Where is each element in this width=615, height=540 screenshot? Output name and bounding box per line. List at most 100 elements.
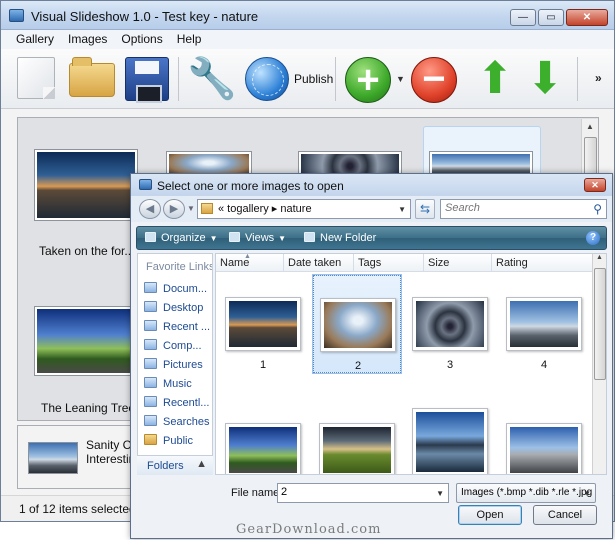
close-button[interactable]: ✕ <box>566 9 608 26</box>
file-item[interactable]: 3 <box>406 275 494 373</box>
file-thumbnail <box>225 297 301 351</box>
dialog-title-bar[interactable]: Select one or more images to open ✕ <box>131 174 612 196</box>
folder-icon <box>201 203 213 214</box>
toolbar-separator <box>577 57 578 101</box>
file-list[interactable]: ▲ Name Date taken Tags Size Rating 1 2 3 … <box>215 253 607 475</box>
menu-options[interactable]: Options <box>114 30 169 49</box>
cancel-button[interactable]: Cancel <box>533 505 597 525</box>
scroll-up-icon[interactable]: ▲ <box>593 254 606 261</box>
history-dropdown-icon[interactable]: ▼ <box>187 204 195 213</box>
file-item[interactable] <box>219 401 307 474</box>
menu-gallery[interactable]: Gallery <box>9 30 61 49</box>
search-input[interactable] <box>445 202 585 214</box>
column-label: Size <box>428 257 450 269</box>
desktop-icon <box>144 301 157 312</box>
menu-images[interactable]: Images <box>61 30 114 49</box>
new-folder-button[interactable]: New Folder <box>304 232 376 244</box>
recently-changed-icon <box>144 396 157 407</box>
toolbar-overflow-button[interactable]: » <box>595 71 602 85</box>
search-box[interactable]: ⚲ <box>440 199 607 219</box>
file-thumbnail <box>506 423 582 474</box>
refresh-icon[interactable]: ⇆ <box>415 199 435 219</box>
add-dropdown-icon[interactable]: ▼ <box>396 74 405 84</box>
file-thumbnail <box>320 298 396 352</box>
down-arrow-icon[interactable]: ⬇ <box>523 57 567 101</box>
open-button[interactable]: Open <box>458 505 522 525</box>
file-name-input[interactable] <box>281 486 431 498</box>
column-rating[interactable]: Rating <box>492 254 606 272</box>
file-name-combobox[interactable]: ▼ <box>277 483 449 503</box>
file-item[interactable] <box>313 401 401 474</box>
favorite-label: Pictures <box>163 359 203 371</box>
file-item[interactable] <box>500 401 588 474</box>
column-tags[interactable]: Tags <box>354 254 424 272</box>
column-size[interactable]: Size <box>424 254 492 272</box>
favorite-music[interactable]: Music <box>144 377 192 390</box>
organize-label: Organize <box>161 232 206 244</box>
publish-button[interactable]: Publish <box>294 72 333 86</box>
file-name: 1 <box>259 359 267 371</box>
folders-label: Folders <box>147 460 184 472</box>
views-icon <box>229 232 240 242</box>
favorite-recent-places[interactable]: Recent ... <box>144 320 210 333</box>
favorite-desktop[interactable]: Desktop <box>144 301 203 314</box>
favorite-label: Desktop <box>163 302 204 314</box>
dropdown-icon[interactable]: ▼ <box>436 489 444 498</box>
wrench-icon[interactable]: 🔧 <box>187 59 237 103</box>
file-item[interactable]: 4 <box>500 275 588 373</box>
file-list-scrollbar[interactable]: ▲ <box>592 254 606 474</box>
dropdown-icon[interactable]: ▼ <box>583 489 591 498</box>
organize-button[interactable]: Organize ▼ <box>145 232 218 244</box>
file-thumbnail <box>412 297 488 351</box>
file-item[interactable]: 1 <box>219 275 307 373</box>
save-disk-icon[interactable] <box>125 57 169 103</box>
gallery-thumbnail[interactable] <box>34 149 138 221</box>
toolbar-separator <box>178 57 179 101</box>
file-type-select[interactable]: Images (*.bmp *.dib *.rle *.jpg ▼ <box>456 483 596 503</box>
new-document-icon[interactable] <box>17 57 55 99</box>
add-icon[interactable]: + <box>345 57 391 103</box>
favorite-public[interactable]: Public <box>144 434 193 447</box>
address-path[interactable]: « togallery ▸ nature <box>218 202 312 215</box>
favorite-label: Recentl... <box>163 397 210 409</box>
open-file-dialog: Select one or more images to open ✕ ◀ ▶ … <box>130 173 613 539</box>
gallery-thumbnail[interactable] <box>34 306 138 376</box>
favorite-pictures[interactable]: Pictures <box>144 358 203 371</box>
favorite-searches[interactable]: Searches <box>144 415 209 428</box>
menu-help[interactable]: Help <box>170 30 209 49</box>
address-row: ◀ ▶ ▼ « togallery ▸ nature ▼ ⇆ ⚲ <box>131 196 612 222</box>
favorite-computer[interactable]: Comp... <box>144 339 202 352</box>
dialog-close-button[interactable]: ✕ <box>584 178 606 192</box>
title-bar[interactable]: Visual Slideshow 1.0 - Test key - nature… <box>1 1 614 30</box>
open-folder-icon[interactable] <box>69 57 115 97</box>
file-name: 3 <box>446 359 454 371</box>
column-name[interactable]: ▲ Name <box>216 254 284 272</box>
app-icon <box>9 9 24 22</box>
file-item-selected[interactable]: 2 <box>312 274 402 374</box>
favorite-documents[interactable]: Docum... <box>144 282 207 295</box>
forward-icon[interactable]: ▶ <box>163 199 185 219</box>
file-item[interactable] <box>406 386 494 474</box>
help-icon[interactable]: ? <box>586 231 600 245</box>
file-thumbnail <box>506 297 582 351</box>
favorite-label: Public <box>163 435 193 447</box>
search-icon[interactable]: ⚲ <box>593 202 602 216</box>
minimize-button[interactable]: — <box>510 9 536 26</box>
back-icon[interactable]: ◀ <box>139 199 161 219</box>
remove-icon[interactable]: − <box>411 57 457 103</box>
address-dropdown-icon[interactable]: ▼ <box>398 205 406 214</box>
favorite-links-heading: Favorite Links <box>146 261 213 273</box>
maximize-button[interactable]: ▭ <box>538 9 564 26</box>
scroll-up-icon[interactable]: ▲ <box>582 122 598 131</box>
folders-toggle[interactable]: Folders ▲ <box>137 455 213 475</box>
column-date-taken[interactable]: Date taken <box>284 254 354 272</box>
address-bar[interactable]: « togallery ▸ nature ▼ <box>197 199 411 219</box>
scrollbar-thumb[interactable] <box>594 268 606 380</box>
favorite-recently-changed[interactable]: Recentl... <box>144 396 209 409</box>
globe-icon[interactable] <box>245 57 289 101</box>
column-label: Rating <box>496 257 528 269</box>
details-thumbnail <box>28 442 78 474</box>
views-button[interactable]: Views ▼ <box>229 232 286 244</box>
gallery-caption: Taken on the for... <box>39 244 135 258</box>
up-arrow-icon[interactable]: ⬆ <box>473 57 517 101</box>
